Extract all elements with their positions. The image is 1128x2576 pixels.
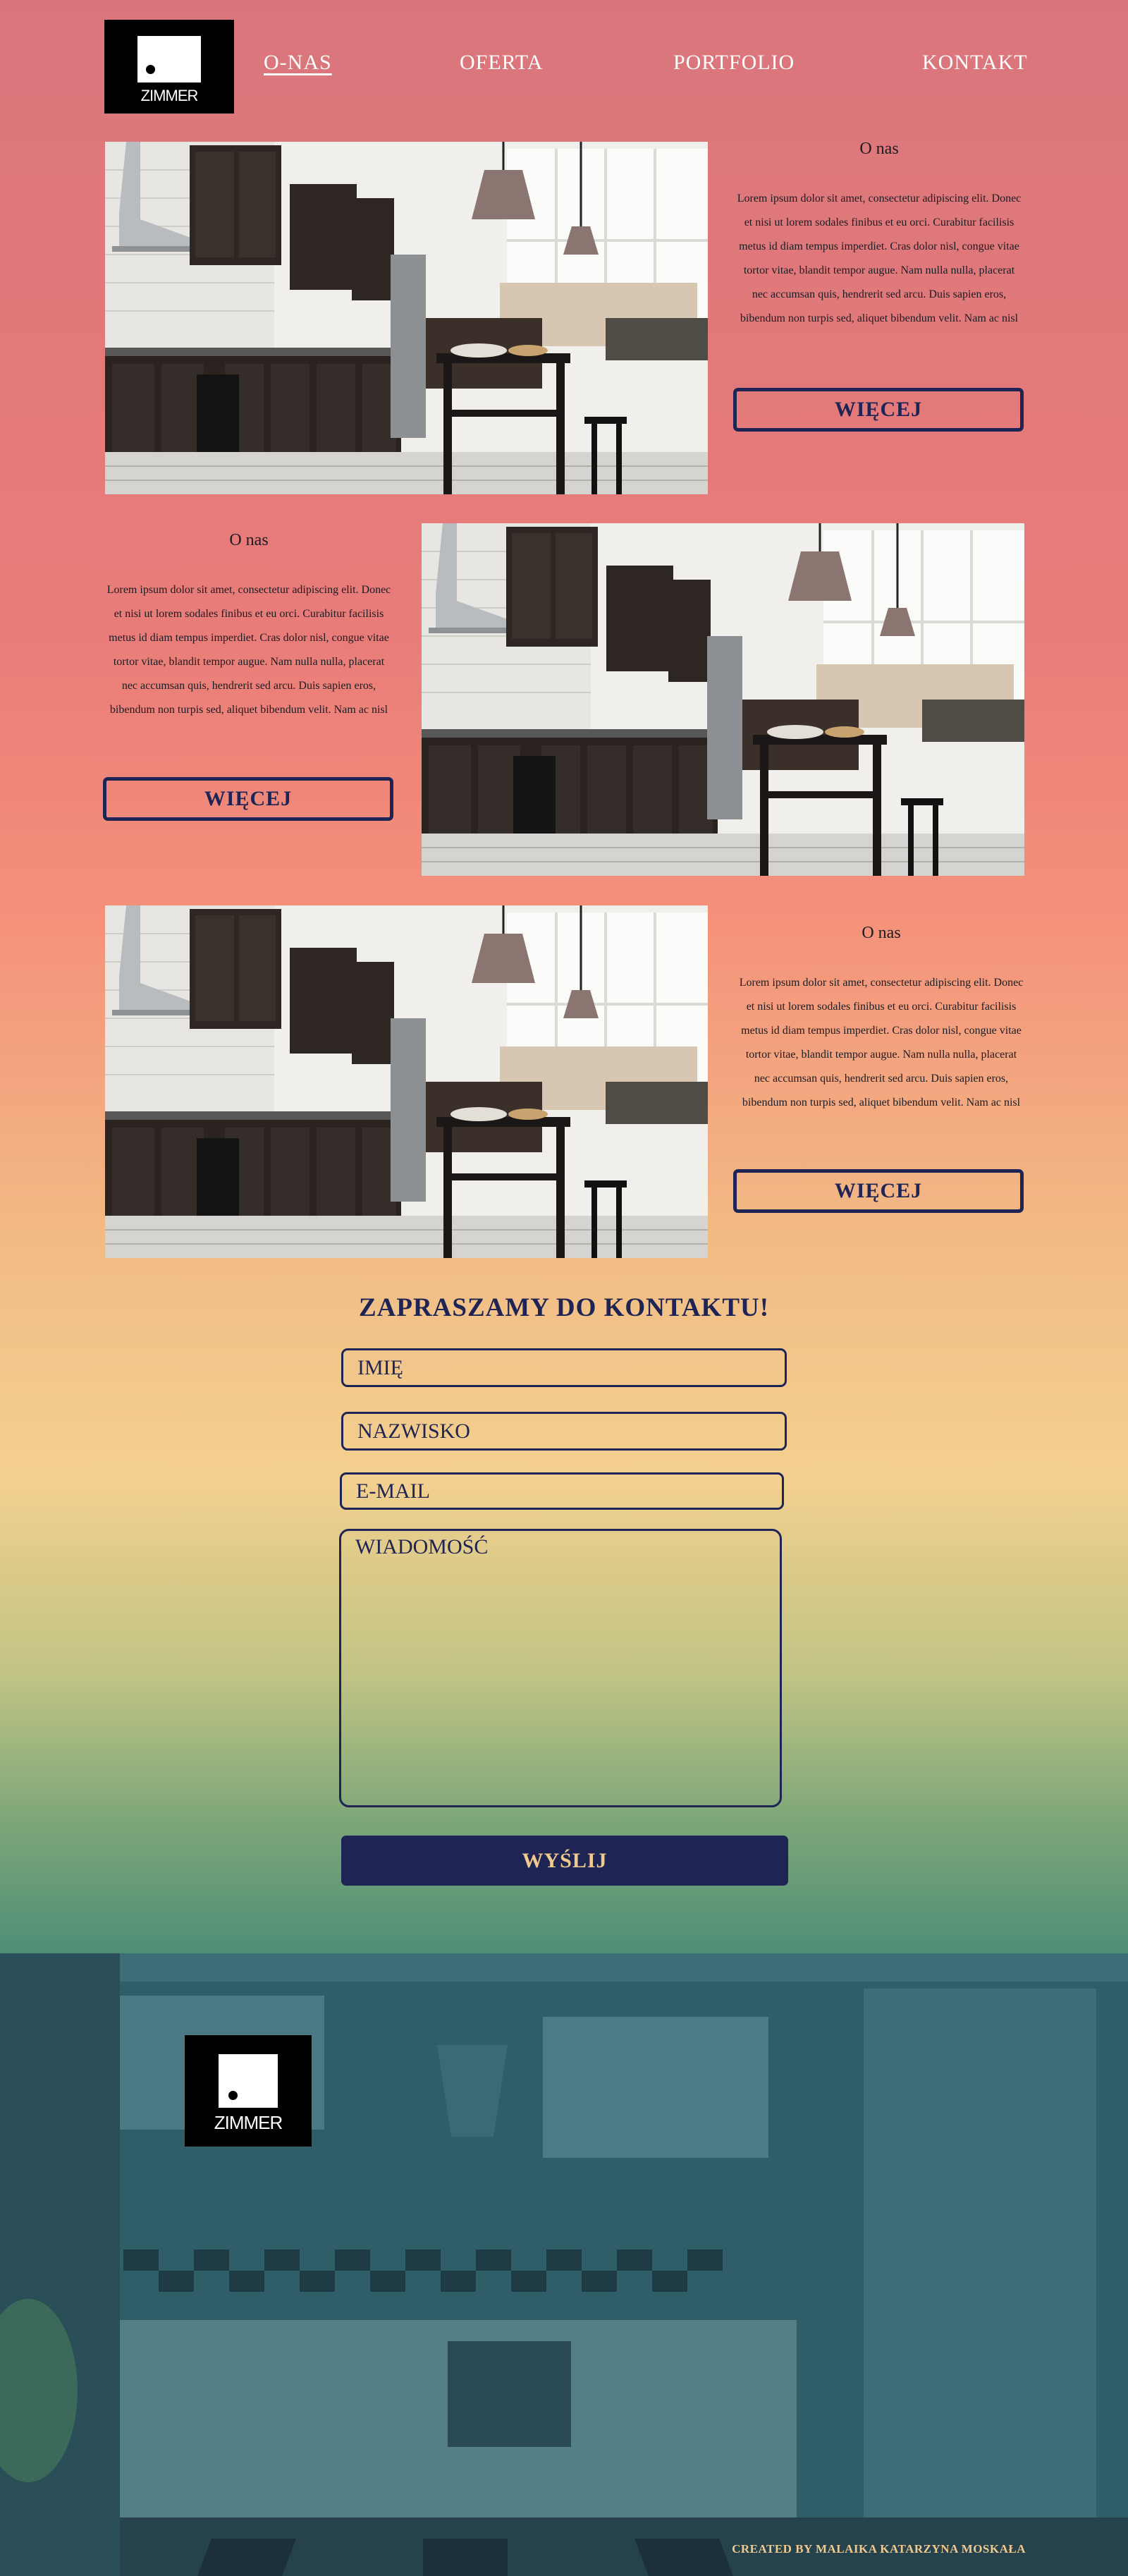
- kitchen-photo: [105, 142, 708, 494]
- logo-dot-icon: [228, 2090, 238, 2100]
- nav-link-kontakt[interactable]: KONTAKT: [922, 51, 1028, 75]
- section-paragraph: Lorem ipsum dolor sit amet, consectetur …: [106, 584, 391, 716]
- footer-credit: CREATED BY MALAIKA KATARZYNA MOSKAŁA: [732, 2542, 1026, 2556]
- footer-logo[interactable]: ZIMMER: [185, 2035, 312, 2147]
- contact-title: ZAPRASZAMY DO KONTAKTU!: [358, 1293, 770, 1322]
- more-button[interactable]: WIĘCEJ: [103, 777, 393, 821]
- about-text-block: O nas Lorem ipsum dolor sit amet, consec…: [737, 924, 1026, 1115]
- about-text-block: O nas Lorem ipsum dolor sit amet, consec…: [735, 140, 1024, 331]
- footer-kitchen-background: [0, 1953, 1128, 2576]
- logo-dot-icon: [146, 64, 155, 74]
- logo-square-icon: [137, 35, 201, 83]
- more-button[interactable]: WIĘCEJ: [733, 1169, 1024, 1213]
- first-name-field[interactable]: [341, 1348, 787, 1387]
- section-title: O nas: [862, 924, 901, 942]
- section-title: O nas: [859, 140, 899, 158]
- nav-link-o-nas[interactable]: O-NAS: [264, 51, 332, 75]
- section-paragraph: Lorem ipsum dolor sit amet, consectetur …: [737, 193, 1022, 324]
- send-button[interactable]: WYŚLIJ: [341, 1836, 788, 1886]
- message-field[interactable]: [339, 1529, 782, 1807]
- footer: ZIMMER CREATED BY MALAIKA KATARZYNA MOSK…: [0, 1953, 1128, 2576]
- logo-text: ZIMMER: [140, 86, 199, 104]
- logo-text: ZIMMER: [214, 2111, 283, 2133]
- logo[interactable]: ZIMMER: [104, 20, 234, 114]
- last-name-field[interactable]: [341, 1412, 787, 1451]
- more-button[interactable]: WIĘCEJ: [733, 388, 1024, 432]
- nav-link-portfolio[interactable]: PORTFOLIO: [673, 51, 795, 75]
- about-text-block: O nas Lorem ipsum dolor sit amet, consec…: [104, 531, 393, 722]
- email-field[interactable]: [340, 1472, 784, 1510]
- logo-square-icon: [219, 2053, 278, 2108]
- section-title: O nas: [229, 531, 269, 549]
- kitchen-photo: [422, 523, 1024, 876]
- nav-link-oferta[interactable]: OFERTA: [460, 51, 543, 75]
- kitchen-photo: [105, 905, 708, 1258]
- section-paragraph: Lorem ipsum dolor sit amet, consectetur …: [739, 977, 1024, 1109]
